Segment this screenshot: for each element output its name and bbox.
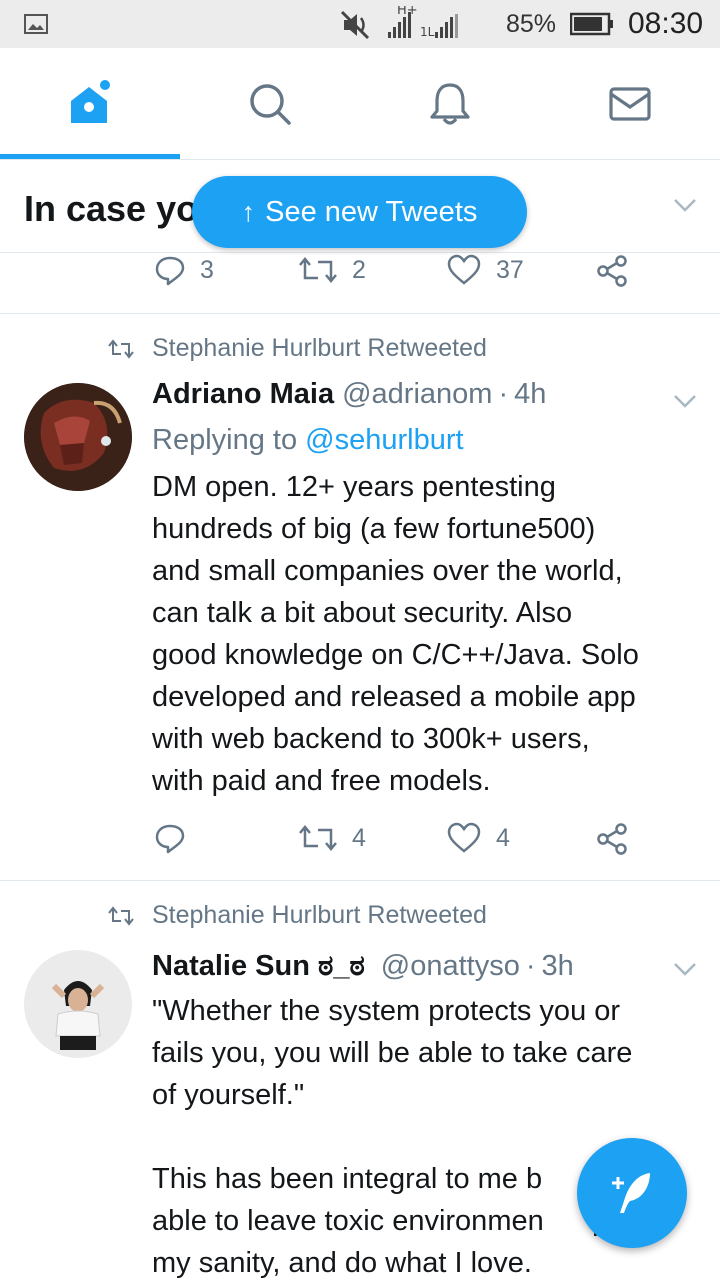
tab-search[interactable] [180,48,360,160]
reply-count: 3 [200,255,214,284]
arrow-up-icon: ↑ [241,196,256,227]
see-new-tweets-button[interactable]: ↑ See new Tweets [192,176,527,248]
share-button[interactable] [596,254,628,288]
like-count: 37 [496,255,524,284]
author-name[interactable]: Natalie Sun ಠ_ಠ [152,950,365,982]
tweet-divider [0,313,720,314]
retweet-button[interactable]: 4 [298,822,366,854]
status-bar: 1L H+ 85% 08:30 [0,0,720,48]
tweet-actions: 3 2 37 [0,254,720,294]
avatar[interactable] [24,383,132,491]
author-name[interactable]: Adriano Maia [152,378,334,410]
chevron-down-icon[interactable] [672,196,698,214]
search-icon [250,84,291,125]
image-notification-icon [24,14,48,34]
tab-notifications[interactable] [360,48,540,160]
network-type-label: H+ [397,6,418,18]
replying-to: Replying to @sehurlburt [152,424,464,457]
svg-text:1L: 1L [420,25,435,39]
like-button[interactable]: 4 [446,822,510,854]
see-new-tweets-label: See new Tweets [265,195,478,228]
mute-icon [340,10,370,40]
tweet-header: Adriano Maia @adrianom · 4h [152,378,546,411]
retweeted-by-label: Stephanie Hurlburt Retweeted [108,901,487,930]
author-handle[interactable]: @onattyso [381,950,520,982]
chevron-down-icon[interactable] [672,960,698,978]
replying-to-prefix: Replying to [152,424,298,456]
separator: · [498,378,509,410]
clock: 08:30 [628,7,704,40]
share-icon [597,255,627,287]
chevron-down-icon[interactable] [672,392,698,410]
reply-button[interactable]: 3 [154,254,214,286]
home-icon [71,80,110,123]
retweeted-by-label: Stephanie Hurlburt Retweeted [108,334,487,363]
share-button[interactable] [596,822,628,856]
mail-icon [609,87,651,121]
separator: · [525,950,536,982]
top-navigation [0,48,720,160]
tweet-actions: 4 4 [0,822,720,862]
reply-button[interactable] [154,822,186,854]
retweet-count: 2 [352,255,366,284]
tweet-text: DM open. 12+ years pentesting hundreds o… [152,471,639,797]
active-tab-indicator [0,154,180,159]
tweet-time: 3h [541,950,574,982]
retweet-button[interactable]: 2 [298,254,366,286]
heart-icon [447,254,481,285]
heart-icon [447,822,481,853]
tab-messages[interactable] [540,48,720,160]
compose-tweet-button[interactable] [577,1138,687,1248]
retweet-count: 4 [352,823,366,852]
like-button[interactable]: 37 [446,254,524,286]
section-title: In case you [24,188,221,229]
reply-icon [155,256,185,286]
bell-icon [430,83,470,125]
avatar[interactable] [24,950,132,1058]
retweet-small-icon [108,905,134,926]
like-count: 4 [496,823,510,852]
retweeted-by-text: Stephanie Hurlburt Retweeted [152,901,487,929]
compose-feather-icon [612,1173,650,1213]
tab-home[interactable] [0,48,180,160]
reply-icon [155,824,185,854]
replying-to-mention[interactable]: @sehurlburt [305,424,463,456]
signal-icons: 1L H+ [340,6,458,40]
retweet-icon [299,825,337,851]
tweet-header: Natalie Sun ಠ_ಠ @onattyso · 3h [152,950,574,983]
battery-icon [570,12,613,36]
author-handle[interactable]: @adrianom [342,378,492,410]
retweet-small-icon [108,338,134,359]
battery-percent: 85% [506,10,557,38]
tweet-divider [0,880,720,881]
tweet-time: 4h [514,378,547,410]
retweeted-by-text: Stephanie Hurlburt Retweeted [152,334,487,362]
share-icon [597,823,627,855]
retweet-icon [299,257,337,283]
